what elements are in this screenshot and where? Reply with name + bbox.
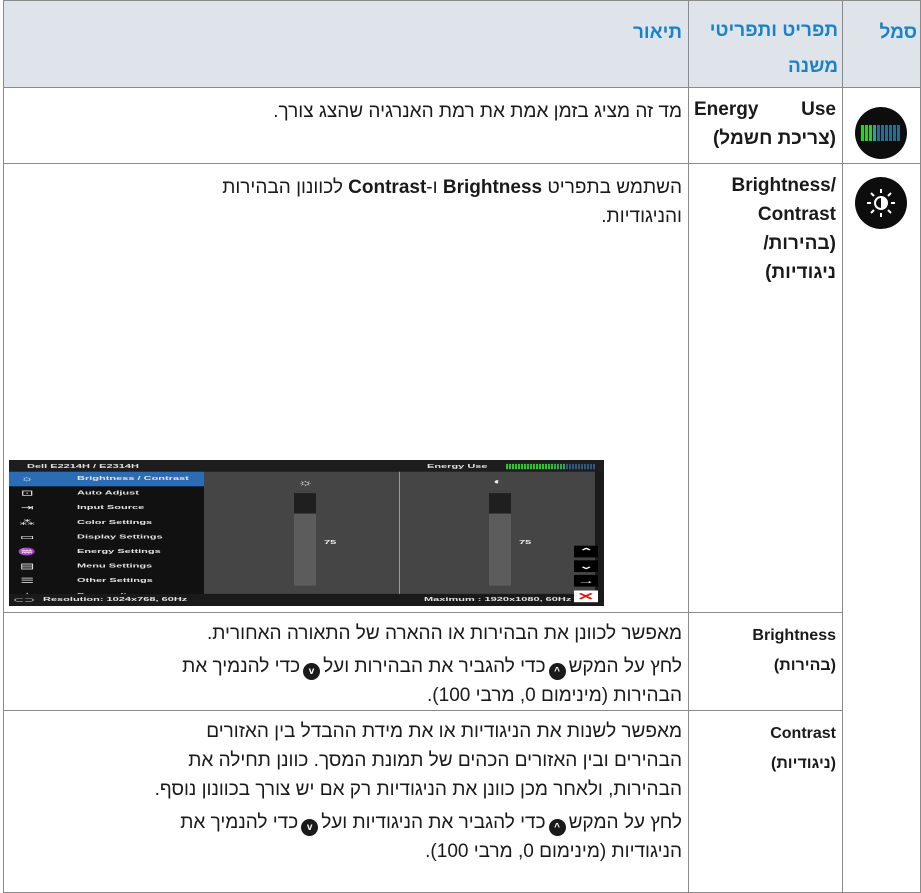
energy-description: מד זה מציג בזמן אמת את רמת האנרגיה שהצג …: [273, 101, 682, 122]
up-key-icon: ^: [548, 819, 566, 836]
bc-desc-pre: השתמש בתפריט: [547, 177, 682, 198]
auto-adjust-icon: ⊡: [20, 489, 34, 498]
osd-menu-label: Input Source: [77, 504, 145, 511]
contrast-desc-line3: הבהירות, ולאחר מכן כוונן את הניגודיות רק…: [154, 779, 682, 800]
osd-contrast-value: 75: [519, 539, 532, 546]
contrast-feature-en: Contrast: [770, 725, 836, 742]
header-feature-label: תפריט ותפריטי משנה: [709, 20, 838, 77]
osd-contrast-icon: ◐: [493, 477, 503, 486]
display-settings-icon: ▭: [19, 533, 35, 542]
input-source-icon: ⇥: [20, 503, 34, 513]
osd-menu-item[interactable]: ▤ Menu Settings: [9, 559, 204, 574]
brightness-desc-line3: הבהירות (מינימום 0, מרבי 100).: [427, 685, 682, 706]
down-key-icon: v: [301, 819, 319, 836]
bc-feature-en2: Contrast: [757, 204, 836, 225]
bc-desc-line1: השתמש בתפריט Brightness ו-Contrast לכוונ…: [14, 173, 682, 202]
bc-feature-en1: Brightness/: [731, 175, 836, 196]
contrast-desc-4c: כדי להנמיך את: [180, 812, 299, 833]
osd-energy-meter: [506, 463, 595, 470]
osd-up-button[interactable]: ⌃: [574, 545, 598, 558]
energy-feature-he: (צריכת חשמל): [712, 128, 836, 149]
osd-close-button[interactable]: ✕: [574, 590, 598, 603]
up-key-icon: ^: [548, 663, 566, 680]
brightness-description: מאפשר לכוונן את הבהירות או ההארה של התאו…: [14, 619, 682, 710]
contrast-desc-line2: הבהירים ובין האזורים הכהים של תמונת המסך…: [188, 750, 682, 771]
bc-desc-post: לכוונון הבהירות: [222, 177, 343, 198]
energy-feature-en: Energy Use: [694, 99, 836, 120]
color-settings-icon: ⁂: [19, 518, 35, 527]
brightness-desc-line2: לחץ על המקש^כדי להגביר את הבהירות ועלvכד…: [14, 652, 682, 681]
brightness-desc-2c: כדי להנמיך את: [182, 656, 301, 677]
header-feature-col: תפריט ותפריטי משנה: [690, 13, 838, 85]
header-icon-col: סמל: [879, 22, 917, 43]
brightness-desc-2b: כדי להגביר את הבהירות ועל: [323, 656, 546, 677]
osd-brightness-slider[interactable]: [294, 493, 316, 586]
osd-menu-label: Brightness / Contrast: [77, 475, 189, 482]
bc-feature-he1: (בהירות/: [763, 233, 836, 254]
osd-menu-label: Energy Settings: [77, 548, 161, 555]
energy-meter-icon: [855, 107, 907, 159]
osd-contrast-slider[interactable]: [489, 493, 511, 586]
contrast-desc-line1: מאפשר לשנות את הניגודיות או את מידת ההבד…: [206, 721, 682, 742]
osd-menu-label: Menu Settings: [77, 563, 153, 570]
header-description-col: תיאור: [632, 22, 682, 43]
osd-maximum: Maximum : 1920x1080, 60Hz: [424, 596, 572, 603]
menu-settings-icon: ▤: [19, 562, 35, 571]
contrast-desc-4b: כדי להגביר את הניגודיות ועל: [321, 812, 546, 833]
osd-menu-item[interactable]: ⇥ Input Source: [9, 501, 204, 516]
osd-brightness-sun-icon: ☼: [297, 477, 314, 488]
down-key-icon: v: [303, 663, 321, 680]
contrast-desc-4a: לחץ על המקש: [568, 812, 682, 833]
osd-menu-item[interactable]: ♒ Energy Settings: [9, 545, 204, 560]
brightness-contrast-feature-cell: Brightness/ Contrast (בהירות/ ניגודיות): [694, 171, 836, 287]
brightness-desc-2a: לחץ על המקש: [568, 656, 682, 677]
osd-menu-item[interactable]: ▭ Display Settings: [9, 530, 204, 545]
bc-feature-he2: ניגודיות): [765, 262, 836, 283]
bc-desc-contrast: Contrast: [348, 177, 427, 198]
contrast-desc-line4: לחץ על המקש^כדי להגביר את הניגודיות ועלv…: [14, 808, 682, 837]
osd-screen: Dell E2214H / E2314H Energy Use ☼ Brightnes…: [9, 460, 604, 606]
osd-enter-button[interactable]: →: [574, 574, 598, 587]
energy-feature-cell: Energy Use (צריכת חשמל): [694, 95, 836, 153]
contrast-feature-cell: Contrast (ניגודיות): [694, 719, 836, 779]
sun-icon: ☼: [20, 474, 34, 483]
contrast-desc-line5: הניגודיות (מינימום 0, מרבי 100).: [425, 841, 682, 862]
energy-settings-icon: ♒: [17, 547, 37, 556]
osd-resolution: Resolution: 1024x768, 60Hz: [43, 596, 188, 603]
feature-table: סמל תפריט ותפריטי משנה תיאור Energy Use …: [3, 0, 921, 893]
osd-title: Dell E2214H / E2314H: [27, 463, 139, 470]
other-settings-icon: ☰: [20, 576, 34, 586]
osd-menu-item[interactable]: ☼ Brightness / Contrast: [9, 471, 204, 487]
osd-screenshot: Dell E2214H / E2314H Energy Use ☼ Brightnes…: [9, 460, 604, 606]
osd-menu-label: Display Settings: [77, 534, 163, 540]
brightness-contrast-description: השתמש בתפריט Brightness ו-Contrast לכוונ…: [14, 173, 682, 231]
contrast-feature-he: (ניגודיות): [770, 755, 836, 772]
osd-brightness-value: 75: [324, 539, 337, 546]
osd-menu-item[interactable]: ⁂ Color Settings: [9, 516, 204, 531]
sun-brightness-icon: [855, 177, 907, 229]
osd-vga-connector-icon: ⊂⊃: [13, 596, 35, 604]
osd-menu-label: Color Settings: [77, 519, 153, 526]
osd-menu-item[interactable]: ☰ Other Settings: [9, 574, 204, 589]
brightness-feature-he: (בהירות): [773, 657, 836, 674]
bc-desc-line2: והניגודיות.: [601, 206, 682, 227]
bc-desc-brightness: Brightness: [442, 177, 543, 198]
brightness-feature-cell: Brightness (בהירות): [694, 621, 836, 681]
osd-energy-label: Energy Use: [427, 463, 488, 470]
contrast-description: מאפשר לשנות את הניגודיות או את מידת ההבד…: [14, 717, 682, 866]
brightness-feature-en: Brightness: [752, 627, 836, 644]
brightness-desc-line1: מאפשר לכוונן את הבהירות או ההארה של התאו…: [207, 623, 682, 644]
osd-menu-label: Auto Adjust: [77, 490, 139, 497]
osd-menu-label: Other Settings: [77, 577, 153, 584]
osd-down-button[interactable]: ⌄: [574, 560, 598, 573]
bc-desc-mid: ו-: [426, 177, 438, 198]
osd-menu-item[interactable]: ⊡ Auto Adjust: [9, 486, 204, 501]
